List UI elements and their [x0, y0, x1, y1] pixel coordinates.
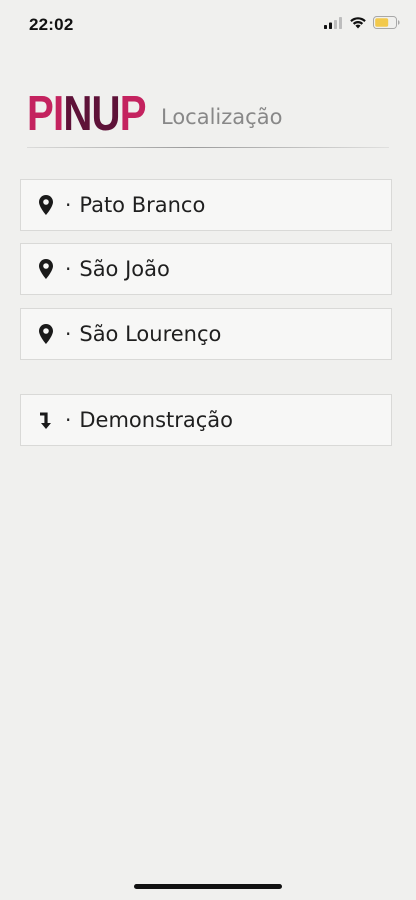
- logo-text-part: P: [119, 87, 147, 141]
- header: PINUP Localização: [27, 90, 389, 150]
- location-label: São Lourenço: [79, 322, 222, 346]
- logo-text-part: NU: [63, 87, 120, 141]
- page-title: Localização: [161, 105, 283, 129]
- location-item-sao-lourenco[interactable]: · São Lourenço: [20, 308, 392, 360]
- item-separator: ·: [65, 193, 72, 217]
- location-label: São João: [79, 257, 170, 281]
- logo-text-part: PI: [27, 87, 64, 141]
- pinup-logo: PINUP: [27, 87, 147, 141]
- map-pin-icon: [37, 259, 55, 279]
- location-item-demonstracao[interactable]: · Demonstração: [20, 394, 392, 446]
- map-pin-icon: [37, 324, 55, 344]
- location-item-sao-joao[interactable]: · São João: [20, 243, 392, 295]
- item-separator: ·: [65, 322, 72, 346]
- home-indicator[interactable]: [134, 884, 282, 889]
- map-pin-icon: [37, 195, 55, 215]
- signal-icon: [324, 16, 342, 29]
- status-time: 22:02: [29, 15, 74, 34]
- header-divider: [27, 147, 389, 148]
- location-item-pato-branco[interactable]: · Pato Branco: [20, 179, 392, 231]
- location-label: Pato Branco: [79, 193, 206, 217]
- battery-icon: [373, 16, 400, 29]
- status-bar: 22:02: [0, 0, 416, 50]
- arrow-down-icon: [37, 410, 55, 430]
- item-separator: ·: [65, 408, 72, 432]
- status-icons: [324, 16, 400, 29]
- wifi-icon: [350, 17, 366, 29]
- location-label: Demonstração: [79, 408, 234, 432]
- item-separator: ·: [65, 257, 72, 281]
